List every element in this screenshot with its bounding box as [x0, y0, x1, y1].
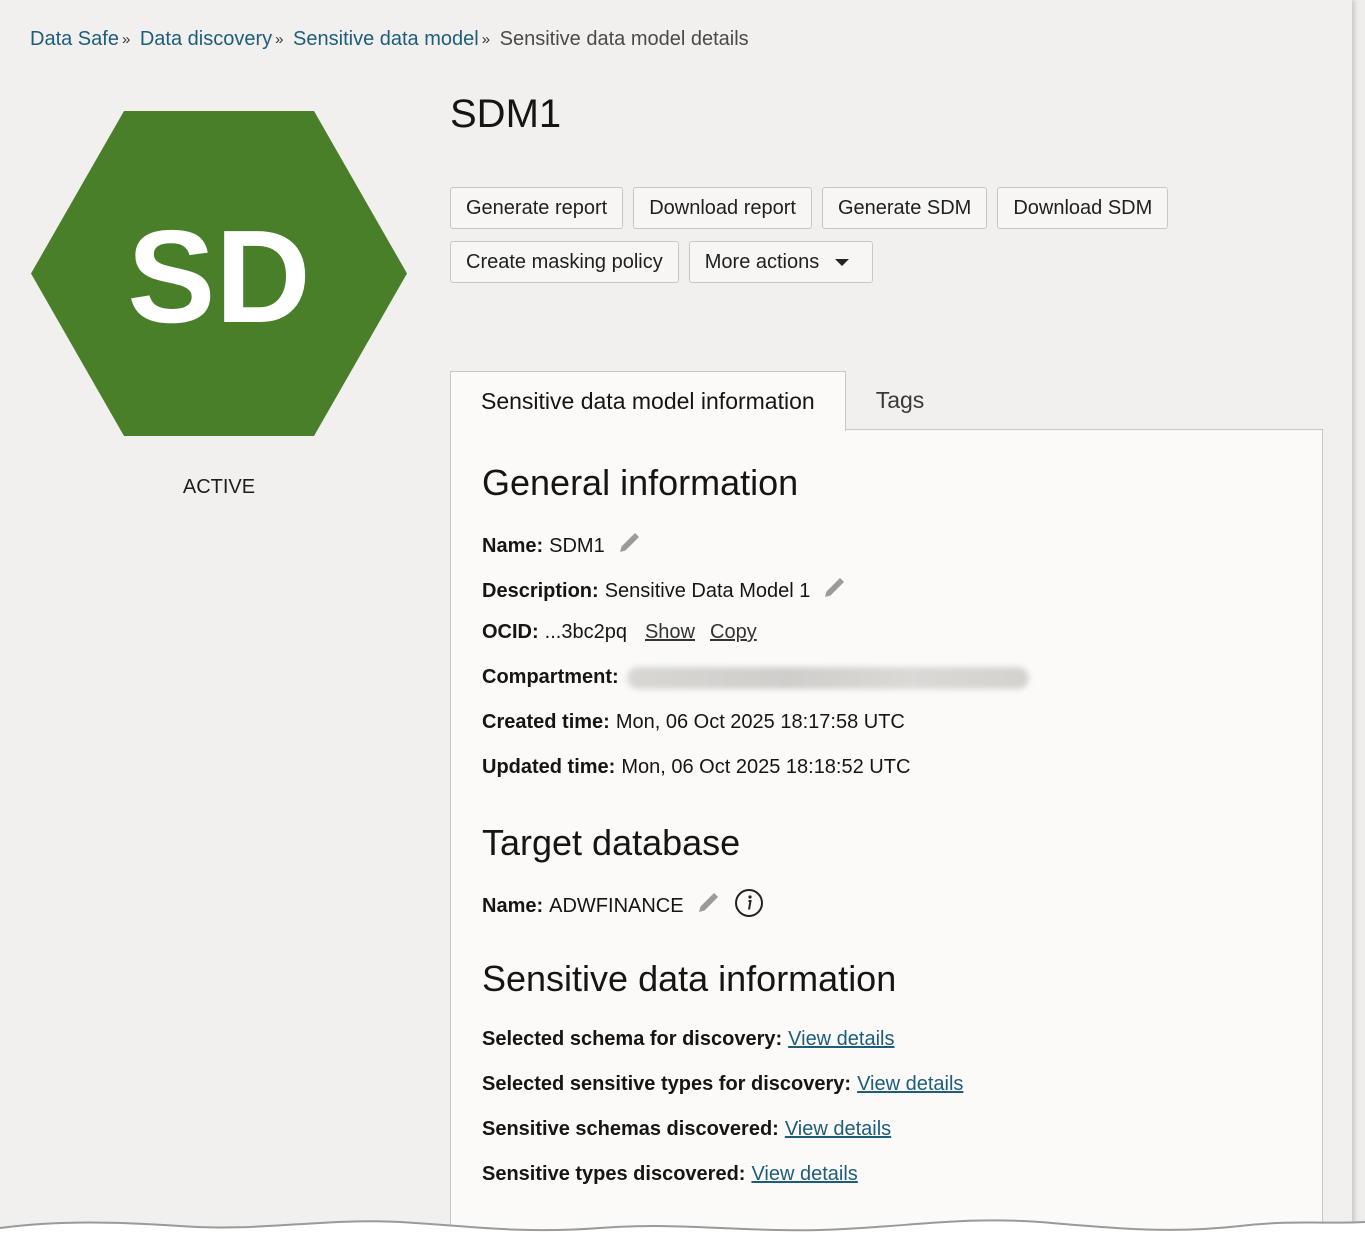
description-field: Description: Sensitive Data Model 1 [482, 576, 846, 606]
selected-schema-view-details-link[interactable]: View details [788, 1028, 894, 1051]
schemas-discovered-view-details-link[interactable]: View details [785, 1118, 891, 1141]
sensitive-data-information-heading: Sensitive data information [482, 958, 897, 999]
compartment-field: Compartment: [482, 666, 1029, 689]
selected-schema-field: Selected schema for discovery: View deta… [482, 1028, 895, 1051]
breadcrumb-data-safe[interactable]: Data Safe [30, 28, 119, 50]
updated-time-value: Mon, 06 Oct 2025 18:18:52 UTC [621, 756, 911, 778]
tab-sensitive-data-model-information[interactable]: Sensitive data model information [450, 371, 846, 431]
breadcrumb: Data Safe» Data discovery» Sensitive dat… [30, 28, 749, 51]
breadcrumb-sensitive-data-model[interactable]: Sensitive data model [293, 28, 479, 50]
more-actions-label: More actions [704, 250, 820, 273]
status-badge: ACTIVE [182, 476, 256, 498]
target-name-label: Name: [482, 894, 544, 917]
ocid-value: ...3bc2pq [544, 621, 627, 643]
updated-time-label: Updated time: [482, 756, 616, 778]
detail-tabs: Sensitive data model information Tags [450, 371, 955, 431]
ocid-show-link[interactable]: Show [645, 621, 695, 644]
resource-hexagon-icon: SD [30, 110, 408, 437]
download-sdm-button[interactable]: Download SDM [997, 187, 1169, 229]
breadcrumb-current: Sensitive data model details [499, 28, 749, 50]
types-discovered-label: Sensitive types discovered: [482, 1163, 746, 1185]
details-page: Data Safe» Data discovery» Sensitive dat… [0, 0, 1352, 1236]
selected-types-label: Selected sensitive types for discovery: [482, 1073, 852, 1095]
dropdown-caret-icon [835, 258, 850, 266]
name-value: SDM1 [549, 534, 605, 557]
general-information-heading: General information [482, 462, 799, 503]
info-icon[interactable] [734, 888, 764, 924]
description-value: Sensitive Data Model 1 [604, 579, 811, 602]
more-actions-button[interactable]: More actions [688, 241, 874, 283]
tab-panel: General information Name: SDM1 Descripti… [450, 429, 1323, 1236]
resource-icon-text: SD [127, 203, 310, 350]
generate-report-button[interactable]: Generate report [450, 187, 624, 229]
created-time-field: Created time: Mon, 06 Oct 2025 18:17:58 … [482, 711, 905, 734]
target-name-value: ADWFINANCE [549, 894, 684, 917]
torn-edge-decoration [0, 1219, 1365, 1251]
generate-sdm-button[interactable]: Generate SDM [821, 187, 988, 229]
download-report-button[interactable]: Download report [633, 187, 812, 229]
compartment-value-redacted [626, 666, 1029, 689]
pencil-icon[interactable] [617, 531, 641, 561]
name-field: Name: SDM1 [482, 531, 641, 561]
ocid-field: OCID: ...3bc2pq Show Copy [482, 621, 757, 644]
description-label: Description: [482, 579, 599, 602]
breadcrumb-separator: » [481, 31, 491, 48]
compartment-label: Compartment: [482, 666, 619, 688]
types-discovered-field: Sensitive types discovered: View details [482, 1163, 858, 1186]
create-masking-policy-button[interactable]: Create masking policy [450, 241, 679, 283]
schemas-discovered-label: Sensitive schemas discovered: [482, 1118, 779, 1140]
tab-tags[interactable]: Tags [846, 371, 955, 430]
pencil-icon[interactable] [822, 576, 846, 606]
selected-types-view-details-link[interactable]: View details [857, 1073, 963, 1096]
updated-time-field: Updated time: Mon, 06 Oct 2025 18:18:52 … [482, 756, 910, 779]
breadcrumb-separator: » [121, 31, 131, 48]
action-toolbar-row-1: Generate report Download report Generate… [450, 187, 1169, 229]
breadcrumb-data-discovery[interactable]: Data discovery [140, 28, 272, 50]
page-title: SDM1 [450, 92, 562, 136]
schemas-discovered-field: Sensitive schemas discovered: View detai… [482, 1118, 891, 1141]
selected-types-field: Selected sensitive types for discovery: … [482, 1073, 963, 1096]
action-toolbar-row-2: Create masking policy More actions [450, 241, 874, 283]
created-time-value: Mon, 06 Oct 2025 18:17:58 UTC [615, 711, 905, 733]
name-label: Name: [482, 534, 544, 557]
target-name-field: Name: ADWFINANCE [482, 888, 764, 924]
breadcrumb-separator: » [275, 31, 284, 48]
selected-schema-label: Selected schema for discovery: [482, 1028, 783, 1050]
types-discovered-view-details-link[interactable]: View details [751, 1163, 857, 1186]
ocid-label: OCID: [482, 621, 539, 643]
created-time-label: Created time: [482, 711, 610, 733]
pencil-icon[interactable] [696, 891, 720, 921]
ocid-copy-link[interactable]: Copy [710, 621, 757, 644]
target-database-heading: Target database [482, 822, 741, 863]
